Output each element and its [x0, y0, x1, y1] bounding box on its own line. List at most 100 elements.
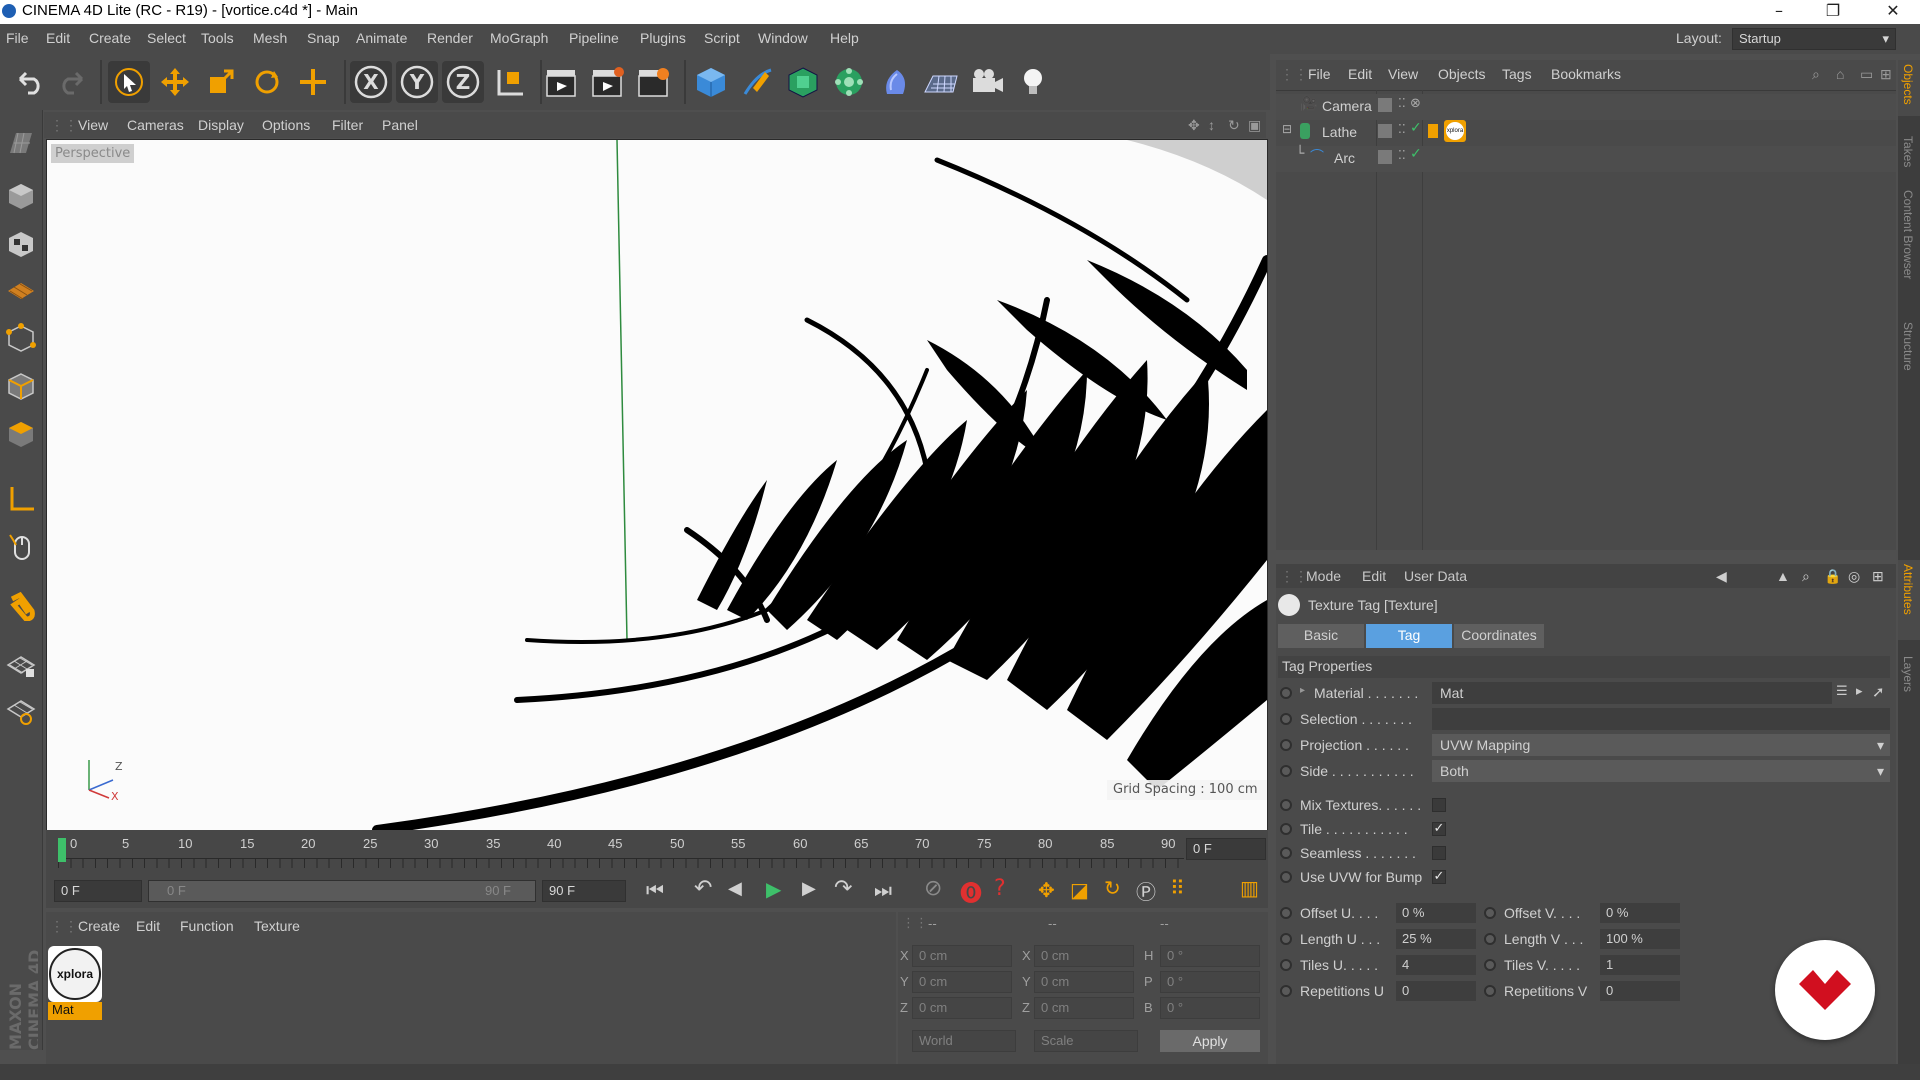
object-row-camera[interactable]: 🎥 Camera ⁚⁚ ⊗	[1276, 94, 1896, 120]
layer-icon[interactable]	[1378, 150, 1392, 164]
minimize-button[interactable]: –	[1752, 0, 1806, 24]
animate-radio[interactable]	[1280, 823, 1292, 835]
timeline-window-icon[interactable]: ▥	[1240, 876, 1259, 900]
collapse-icon[interactable]: ⊟	[1282, 122, 1292, 136]
drag-handle-icon[interactable]: ⋮⋮	[902, 916, 928, 931]
drag-handle-icon[interactable]: ⋮⋮	[50, 117, 78, 134]
key-rotation-icon[interactable]: ↻	[1104, 876, 1121, 900]
tab-attributes-active[interactable]: Attributes	[1898, 560, 1920, 640]
model-mode-button[interactable]	[3, 176, 39, 216]
position-x-field[interactable]: 0 cm	[912, 945, 1012, 967]
arrow-right-icon[interactable]: ▸	[1856, 684, 1863, 699]
tab-coordinates[interactable]: Coordinates	[1454, 624, 1544, 648]
go-to-end-icon[interactable]: ⏭	[874, 878, 892, 902]
pick-cursor-icon[interactable]: ➚	[1872, 683, 1885, 701]
key-pla-icon[interactable]: ⠿	[1170, 876, 1185, 900]
rotate-button[interactable]	[246, 61, 288, 103]
cube-button[interactable]	[690, 61, 732, 103]
next-keyframe-icon[interactable]: ↷	[834, 876, 852, 901]
orbit-icon[interactable]: ↻	[1228, 117, 1240, 134]
animate-radio[interactable]	[1484, 933, 1496, 945]
menu-file[interactable]: File	[6, 30, 29, 46]
zoom-icon[interactable]: ↕	[1208, 117, 1215, 133]
offset-u-field[interactable]: 0 %	[1396, 903, 1476, 923]
animate-radio[interactable]	[1280, 933, 1292, 945]
size-x-field[interactable]: 0 cm	[1034, 945, 1134, 967]
step-forward-icon[interactable]: ▶	[802, 878, 816, 899]
drag-handle-icon[interactable]: ⋮⋮	[1280, 66, 1308, 83]
menu-mograph[interactable]: MoGraph	[490, 30, 548, 46]
perspective-viewport[interactable]: Perspective Grid Spacing : 100 cm Z X	[46, 139, 1268, 831]
menu-help[interactable]: Help	[830, 30, 859, 46]
home-icon[interactable]: ⌂	[1836, 66, 1844, 82]
pan-icon[interactable]: ✥	[1188, 117, 1200, 134]
step-back-icon[interactable]: ◀	[728, 878, 742, 899]
rotation-p-field[interactable]: 0 °	[1160, 971, 1260, 993]
menu-animate[interactable]: Animate	[356, 30, 407, 46]
maximize-view-icon[interactable]: ▣	[1248, 117, 1261, 134]
timeline-ruler[interactable]: 0 5 10 15 20 25 30 35 40 45 50 55 60 65 …	[46, 830, 1268, 874]
frame-range-slider[interactable]: 0 F 90 F	[148, 880, 536, 902]
move-button[interactable]	[154, 61, 196, 103]
render-settings-button[interactable]	[632, 61, 674, 103]
attributes-menu-mode[interactable]: Mode	[1306, 568, 1341, 584]
selection-field[interactable]	[1432, 708, 1890, 730]
playhead-marker[interactable]	[58, 838, 66, 862]
current-frame-field[interactable]: 0 F	[1186, 838, 1266, 860]
projection-select[interactable]: UVW Mapping ▾	[1432, 734, 1890, 756]
x-axis-lock-button[interactable]: X	[350, 61, 392, 103]
objects-menu-bookmarks[interactable]: Bookmarks	[1551, 66, 1621, 82]
material-menu-function[interactable]: Function	[180, 918, 234, 934]
target-icon[interactable]: ◎	[1848, 568, 1860, 585]
layout-select[interactable]: Startup ▾	[1732, 28, 1896, 50]
search-icon[interactable]: ⌕	[1812, 66, 1820, 83]
expand-arrow-icon[interactable]: ▸	[1300, 685, 1305, 696]
animate-radio[interactable]	[1280, 799, 1292, 811]
visibility-dots-icon[interactable]: ⁚⁚	[1398, 96, 1406, 110]
new-window-icon[interactable]: ⊞	[1872, 568, 1884, 585]
menu-edit[interactable]: Edit	[46, 30, 70, 46]
material-options-icon[interactable]: ☰	[1836, 684, 1848, 699]
render-picture-viewer-button[interactable]	[586, 61, 628, 103]
enabled-check-icon[interactable]: ✓	[1410, 120, 1422, 136]
material-swatch[interactable]: xplora Mat	[48, 946, 102, 1022]
length-u-field[interactable]: 25 %	[1396, 929, 1476, 949]
side-tab-takes[interactable]: Takes	[1901, 136, 1915, 167]
material-menu-create[interactable]: Create	[78, 918, 120, 934]
viewport-menu-view[interactable]: View	[78, 117, 108, 133]
menu-script[interactable]: Script	[704, 30, 740, 46]
scale-button[interactable]	[200, 61, 242, 103]
recent-tool-button[interactable]	[292, 61, 334, 103]
drag-handle-icon[interactable]: ⋮⋮	[1280, 568, 1308, 585]
new-view-icon[interactable]: ▭	[1860, 66, 1873, 83]
edges-mode-button[interactable]	[3, 366, 39, 406]
render-view-button[interactable]	[540, 61, 582, 103]
viewport-menu-cameras[interactable]: Cameras	[127, 117, 184, 133]
undo-button[interactable]	[8, 61, 50, 103]
menu-window[interactable]: Window	[758, 30, 808, 46]
size-y-field[interactable]: 0 cm	[1034, 971, 1134, 993]
repetitions-u-field[interactable]: 0	[1396, 981, 1476, 1001]
viewport-menu-filter[interactable]: Filter	[332, 117, 363, 133]
go-to-start-icon[interactable]: ⏮	[646, 878, 664, 902]
floor-button[interactable]	[920, 61, 962, 103]
snapping-button[interactable]	[3, 586, 39, 626]
tab-objects-active[interactable]: Objects	[1898, 60, 1920, 116]
tweak-mode-button[interactable]	[3, 526, 39, 566]
axis-mode-button[interactable]	[3, 478, 39, 518]
repetitions-v-field[interactable]: 0	[1600, 981, 1680, 1001]
redo-button[interactable]	[52, 61, 94, 103]
deformer-button[interactable]	[874, 61, 916, 103]
tab-tag[interactable]: Tag	[1366, 624, 1452, 648]
pin-icon[interactable]: ⊞	[1880, 66, 1892, 83]
animate-radio[interactable]	[1484, 959, 1496, 971]
menu-pipeline[interactable]: Pipeline	[569, 30, 619, 46]
back-arrow-icon[interactable]: ◀	[1716, 568, 1727, 585]
menu-select[interactable]: Select	[147, 30, 186, 46]
animate-radio[interactable]	[1280, 959, 1292, 971]
drag-handle-icon[interactable]: ⋮⋮	[50, 918, 78, 935]
target-icon[interactable]: ⊗	[1410, 96, 1421, 111]
menu-render[interactable]: Render	[427, 30, 473, 46]
animate-radio[interactable]	[1484, 907, 1496, 919]
rotation-h-field[interactable]: 0 °	[1160, 945, 1260, 967]
